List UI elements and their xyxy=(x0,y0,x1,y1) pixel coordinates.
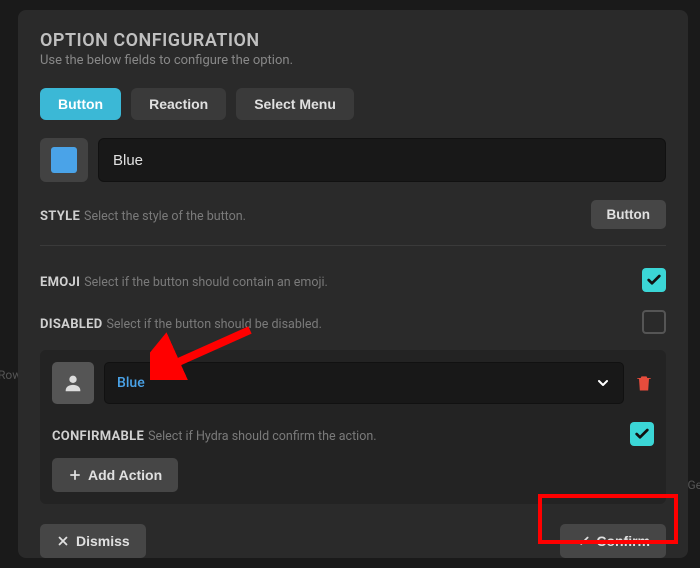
style-row: STYLE Select the style of the button. Bu… xyxy=(40,200,666,229)
person-icon xyxy=(62,372,84,394)
option-name-input[interactable] xyxy=(98,138,666,182)
color-chip-button[interactable] xyxy=(40,138,88,182)
tab-select-menu[interactable]: Select Menu xyxy=(236,88,354,120)
option-config-modal: OPTION CONFIGURATION Use the below field… xyxy=(18,10,688,558)
confirmable-desc: Select if Hydra should confirm the actio… xyxy=(148,429,376,444)
emoji-row: EMOJI Select if the button should contai… xyxy=(40,268,666,292)
tab-reaction[interactable]: Reaction xyxy=(131,88,226,120)
modal-title: OPTION CONFIGURATION xyxy=(40,30,666,51)
modal-header: OPTION CONFIGURATION Use the below field… xyxy=(40,30,666,68)
style-desc: Select the style of the button. xyxy=(84,209,246,224)
confirm-button[interactable]: Confirm xyxy=(560,524,666,558)
confirmable-label: CONFIRMABLE xyxy=(52,429,144,444)
bg-text-ge: Ge xyxy=(687,478,700,492)
check-icon xyxy=(634,426,650,442)
plus-icon xyxy=(68,468,82,482)
disabled-row: DISABLED Select if the button should be … xyxy=(40,310,666,334)
add-action-button[interactable]: Add Action xyxy=(52,458,178,492)
role-icon-box[interactable] xyxy=(52,362,94,404)
delete-action-icon[interactable] xyxy=(634,372,654,394)
color-chip xyxy=(51,147,77,173)
tab-button[interactable]: Button xyxy=(40,88,121,120)
modal-subtitle: Use the below fields to configure the op… xyxy=(40,53,666,68)
dismiss-button[interactable]: Dismiss xyxy=(40,524,146,558)
role-select-row: Blue xyxy=(52,362,654,404)
close-icon xyxy=(56,534,70,548)
disabled-desc: Select if the button should be disabled. xyxy=(106,317,321,332)
disabled-checkbox[interactable] xyxy=(642,310,666,334)
dismiss-label: Dismiss xyxy=(76,533,130,549)
chevron-down-icon xyxy=(595,375,611,391)
emoji-label: EMOJI xyxy=(40,275,80,290)
emoji-desc: Select if the button should contain an e… xyxy=(84,275,328,290)
add-action-label: Add Action xyxy=(88,467,162,483)
confirm-label: Confirm xyxy=(596,533,650,549)
check-icon xyxy=(576,534,590,548)
modal-footer: Dismiss Confirm xyxy=(40,516,666,558)
check-icon xyxy=(646,272,662,288)
type-tabs: Button Reaction Select Menu xyxy=(40,88,666,120)
action-block: Blue CONFIRMABLE Select if Hydra should … xyxy=(40,350,666,504)
style-select-button[interactable]: Button xyxy=(591,200,666,229)
confirmable-checkbox[interactable] xyxy=(630,422,654,446)
confirmable-row: CONFIRMABLE Select if Hydra should confi… xyxy=(52,422,654,446)
role-select-value: Blue xyxy=(117,375,145,391)
name-row xyxy=(40,138,666,182)
emoji-checkbox[interactable] xyxy=(642,268,666,292)
style-label: STYLE xyxy=(40,209,80,224)
divider xyxy=(40,245,666,246)
role-select[interactable]: Blue xyxy=(104,362,624,404)
disabled-label: DISABLED xyxy=(40,317,102,332)
